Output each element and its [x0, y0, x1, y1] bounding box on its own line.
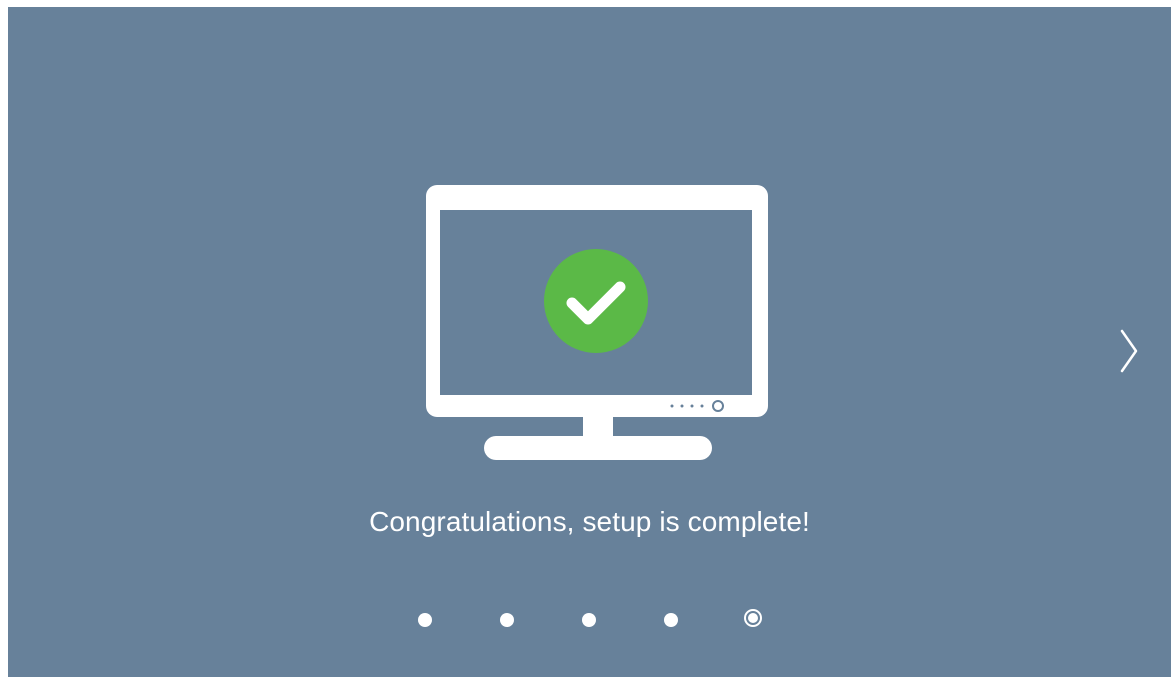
monitor-icon	[426, 185, 768, 460]
chevron-right-icon[interactable]	[1110, 317, 1146, 381]
check-circle-icon	[544, 249, 648, 353]
page-dot-2[interactable]	[500, 613, 514, 627]
setup-complete-message: Congratulations, setup is complete!	[369, 506, 810, 537]
page-dot-3[interactable]	[582, 613, 596, 627]
page-dot-5[interactable]	[744, 609, 762, 627]
setup-complete-screen: Congratulations, setup is complete!	[8, 7, 1171, 677]
page-indicator	[8, 607, 1171, 633]
page-dot-1[interactable]	[418, 613, 432, 627]
page-dot-4[interactable]	[664, 613, 678, 627]
